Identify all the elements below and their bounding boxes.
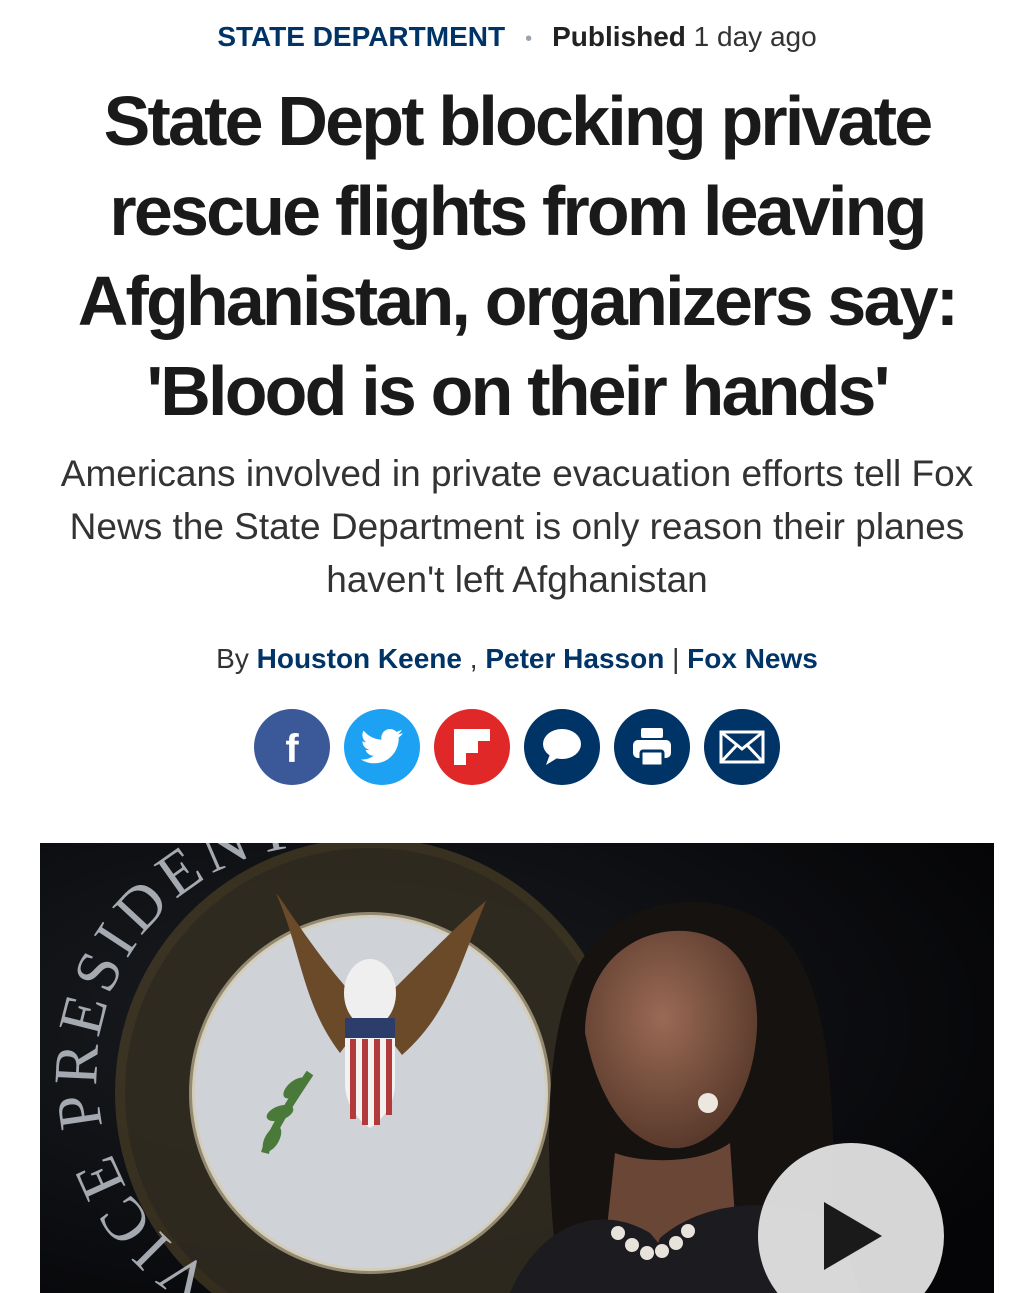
byline-comma: , — [469, 643, 478, 674]
flipboard-share-button[interactable] — [434, 709, 510, 785]
print-icon — [633, 728, 671, 768]
category-link[interactable]: STATE DEPARTMENT — [217, 21, 505, 52]
published-time: 1 day ago — [693, 21, 817, 52]
facebook-icon: f — [285, 727, 299, 767]
headline: State Dept blocking private rescue fligh… — [77, 82, 959, 430]
facebook-share-button[interactable]: f — [254, 709, 330, 785]
share-bar: f — [254, 709, 784, 785]
email-icon — [719, 730, 765, 764]
author-link[interactable]: Houston Keene — [257, 643, 462, 674]
play-icon — [824, 1202, 882, 1270]
email-share-button[interactable] — [704, 709, 780, 785]
byline-pipe: | — [672, 643, 680, 674]
published-label: Published — [552, 21, 686, 52]
comment-icon — [543, 729, 581, 765]
print-button[interactable] — [614, 709, 690, 785]
twitter-icon — [360, 729, 403, 764]
flipboard-icon — [454, 729, 490, 765]
twitter-share-button[interactable] — [344, 709, 420, 785]
byline: By Houston Keene , Peter Hasson | Fox Ne… — [0, 640, 1034, 678]
svg-text:f: f — [285, 727, 299, 767]
subheadline: Americans involved in private evacuation… — [60, 453, 974, 600]
meta-separator: • — [525, 27, 533, 50]
article-video[interactable]: VICE PRESIDENT — [40, 843, 994, 1293]
vice-president-seal: VICE PRESIDENT — [42, 843, 625, 1293]
byline-by: By — [216, 643, 249, 674]
author-link[interactable]: Peter Hasson — [485, 643, 664, 674]
comments-button[interactable] — [524, 709, 600, 785]
article-meta: STATE DEPARTMENT • Published 1 day ago — [0, 18, 1034, 58]
outlet-link[interactable]: Fox News — [687, 643, 818, 674]
